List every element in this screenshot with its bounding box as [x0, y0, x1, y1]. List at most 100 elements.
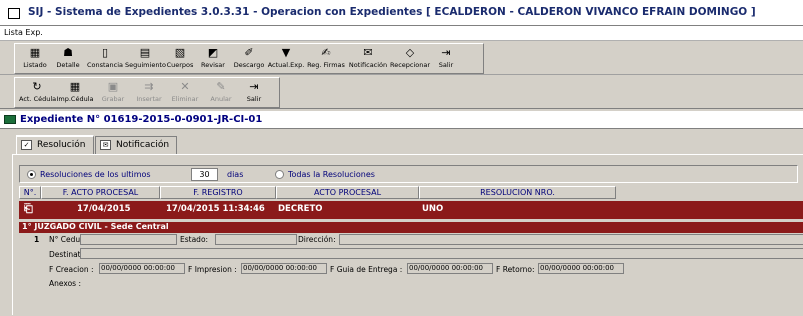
tab-resolucion[interactable]: ✓ Resolución: [16, 135, 94, 154]
toolbar-button-label: Salir: [438, 61, 454, 69]
receive-icon: ◇: [405, 46, 415, 59]
column-header-resolucion[interactable]: RESOLUCION NRO.: [419, 186, 616, 199]
f-impresion-field[interactable]: 00/00/0000 00:00:00: [241, 263, 327, 274]
book-icon: ▯: [101, 46, 109, 59]
f-creacion-label: F Creacion :: [49, 265, 94, 274]
resolution-icon: ✓: [21, 140, 32, 150]
estado-label: Estado:: [180, 235, 209, 244]
toolbar-notice-group: ↻ Act. Cédula ▦ Imp.Cédula ▣ Grabar ⇉ Insertar ✕…: [14, 77, 280, 108]
f-guia-label: F Guia de Entrega :: [330, 265, 403, 274]
toolbar-button-label: Descargo: [233, 61, 265, 69]
exit-icon: ⇥: [441, 46, 451, 59]
radio-all-resolutions-label: Todas la Resoluciones: [288, 170, 375, 179]
update-icon: ▼: [281, 46, 291, 59]
column-header-acto-procesal[interactable]: ACTO PROCESAL: [276, 186, 419, 199]
menu-bar: Lista Exp.: [0, 26, 803, 41]
court-label: 1° JUZGADO CIVIL - Sede Central: [19, 222, 803, 233]
exit-icon: ⇥: [249, 80, 259, 93]
toolbar-button-cuerpos[interactable]: ▧ Cuerpos: [165, 44, 195, 75]
toolbar-button-detalle[interactable]: ☗ Detalle: [51, 44, 85, 75]
download-icon: ✐: [244, 46, 254, 59]
tab-notificacion-label: Notificación: [116, 140, 170, 150]
cell-fecha-registro: 17/04/2015 11:34:46: [166, 204, 265, 214]
direccion-label: Dirección:: [298, 235, 336, 244]
days-label: dias: [227, 170, 244, 179]
toolbar-button-recepcionar[interactable]: ◇ Recepcionar: [389, 44, 431, 75]
toolbar-button-seguimiento[interactable]: ▤ Seguimiento: [125, 44, 166, 75]
radio-last-days-label: Resoluciones de los ultimos: [40, 170, 151, 179]
table-row[interactable]: ⎗ 17/04/2015 17/04/2015 11:34:46 DECRETO…: [19, 201, 803, 219]
anexos-label: Anexos :: [49, 279, 81, 288]
toolbar-button-label: Reg. Firmas: [307, 61, 345, 69]
open-document-icon[interactable]: ⎗: [24, 203, 36, 215]
cancel-icon: ✎: [216, 80, 226, 93]
detail-number: 1: [34, 235, 40, 244]
toolbar-button-anular[interactable]: ✎ Anular: [203, 78, 239, 109]
notice-detail: 1 N° Cedula Estado: Dirección: Destinata…: [19, 233, 803, 316]
grid-icon: [4, 115, 16, 124]
review-icon: ◩: [207, 46, 219, 59]
toolbar-button-insertar[interactable]: ⇉ Insertar: [131, 78, 167, 109]
toolbar-button-label: Insertar: [136, 95, 162, 103]
signature-icon: ✍: [321, 46, 331, 59]
column-header-number[interactable]: N°.: [19, 186, 41, 199]
f-creacion-field[interactable]: 00/00/0000 00:00:00: [99, 263, 185, 274]
destinatario-field[interactable]: [80, 248, 803, 259]
toolbar-button-label: Salir: [246, 95, 262, 103]
toolbar-button-salir[interactable]: ⇥ Salir: [431, 44, 461, 75]
column-header-fecha-registro[interactable]: F. REGISTRO: [160, 186, 276, 199]
toolbar-button-label: Seguimiento: [125, 61, 166, 69]
radio-all-resolutions[interactable]: [275, 170, 284, 179]
f-impresion-label: F Impresion :: [188, 265, 237, 274]
menu-item-lista-exp[interactable]: Lista Exp.: [4, 28, 43, 37]
f-retorno-field[interactable]: 00/00/0000 00:00:00: [538, 263, 624, 274]
filter-group: Resoluciones de los ultimos 30 dias Toda…: [19, 165, 798, 183]
toolbar-main: ▦ Listado ☗ Detalle ▯ Constancia ▤ Seguimiento ▧…: [0, 42, 803, 75]
toolbar-button-revisar[interactable]: ◩ Revisar: [195, 44, 231, 75]
toolbar-button-label: Cuerpos: [166, 61, 194, 69]
toolbar-button-constancia[interactable]: ▯ Constancia: [85, 44, 125, 75]
cell-fecha-acto: 17/04/2015: [77, 204, 131, 214]
toolbar-button-label: Constancia: [86, 61, 124, 69]
toolbar-button-reg-firmas[interactable]: ✍ Reg. Firmas: [305, 44, 347, 75]
toolbar-button-label: Act. Cédula: [19, 95, 57, 103]
toolbar-button-label: Grabar: [101, 95, 125, 103]
resolution-panel: Resoluciones de los ultimos 30 dias Toda…: [12, 154, 803, 316]
estado-field[interactable]: [215, 234, 297, 245]
toolbar-button-listado[interactable]: ▦ Listado: [19, 44, 51, 75]
notification-icon: ✉: [363, 46, 373, 59]
print-notice-icon: ▦: [69, 80, 81, 93]
toolbar-button-notificaci-n[interactable]: ✉ Notificación: [347, 44, 389, 75]
toolbar-button-eliminar[interactable]: ✕ Eliminar: [167, 78, 203, 109]
toolbar-button-label: Imp.Cédula: [56, 95, 94, 103]
resolutions-grid: N°. F. ACTO PROCESAL F. REGISTRO ACTO PR…: [19, 186, 803, 316]
f-guia-field[interactable]: 00/00/0000 00:00:00: [407, 263, 493, 274]
cedula-field[interactable]: [80, 234, 177, 245]
toolbar-button-salir[interactable]: ⇥ Salir: [239, 78, 269, 109]
cell-acto-procesal: DECRETO: [278, 204, 323, 214]
column-header-fecha-acto[interactable]: F. ACTO PROCESAL: [41, 186, 160, 199]
toolbar-button-act-c-dula[interactable]: ↻ Act. Cédula: [19, 78, 57, 109]
tab-notificacion[interactable]: ✉ Notificación: [95, 136, 177, 154]
toolbar-button-imp-c-dula[interactable]: ▦ Imp.Cédula: [55, 78, 95, 109]
toolbar-main-group: ▦ Listado ☗ Detalle ▯ Constancia ▤ Seguimiento ▧…: [14, 43, 484, 74]
delete-icon: ✕: [180, 80, 190, 93]
notice-update-icon: ↻: [32, 80, 42, 93]
toolbar-button-label: Actual.Exp.: [267, 61, 305, 69]
list-icon: ▦: [29, 46, 41, 59]
days-input[interactable]: 30: [191, 168, 218, 181]
toolbar-button-label: Detalle: [56, 61, 80, 69]
application-window: SIJ - Sistema de Expedientes 3.0.3.31 - …: [0, 0, 803, 316]
toolbar-button-descargo[interactable]: ✐ Descargo: [231, 44, 267, 75]
radio-last-days[interactable]: [27, 170, 36, 179]
tracking-icon: ▤: [139, 46, 151, 59]
toolbar-button-grabar[interactable]: ▣ Grabar: [95, 78, 131, 109]
toolbar-button-label: Recepcionar: [389, 61, 431, 69]
tab-resolucion-label: Resolución: [37, 140, 86, 150]
insert-icon: ⇉: [144, 80, 154, 93]
direccion-field[interactable]: [339, 234, 803, 245]
toolbar-button-actual-exp[interactable]: ▼ Actual.Exp.: [267, 44, 305, 75]
f-retorno-label: F Retorno:: [496, 265, 535, 274]
toolbar-notice: ↻ Act. Cédula ▦ Imp.Cédula ▣ Grabar ⇉ Insertar ✕…: [0, 76, 803, 109]
window-icon: [8, 8, 20, 19]
